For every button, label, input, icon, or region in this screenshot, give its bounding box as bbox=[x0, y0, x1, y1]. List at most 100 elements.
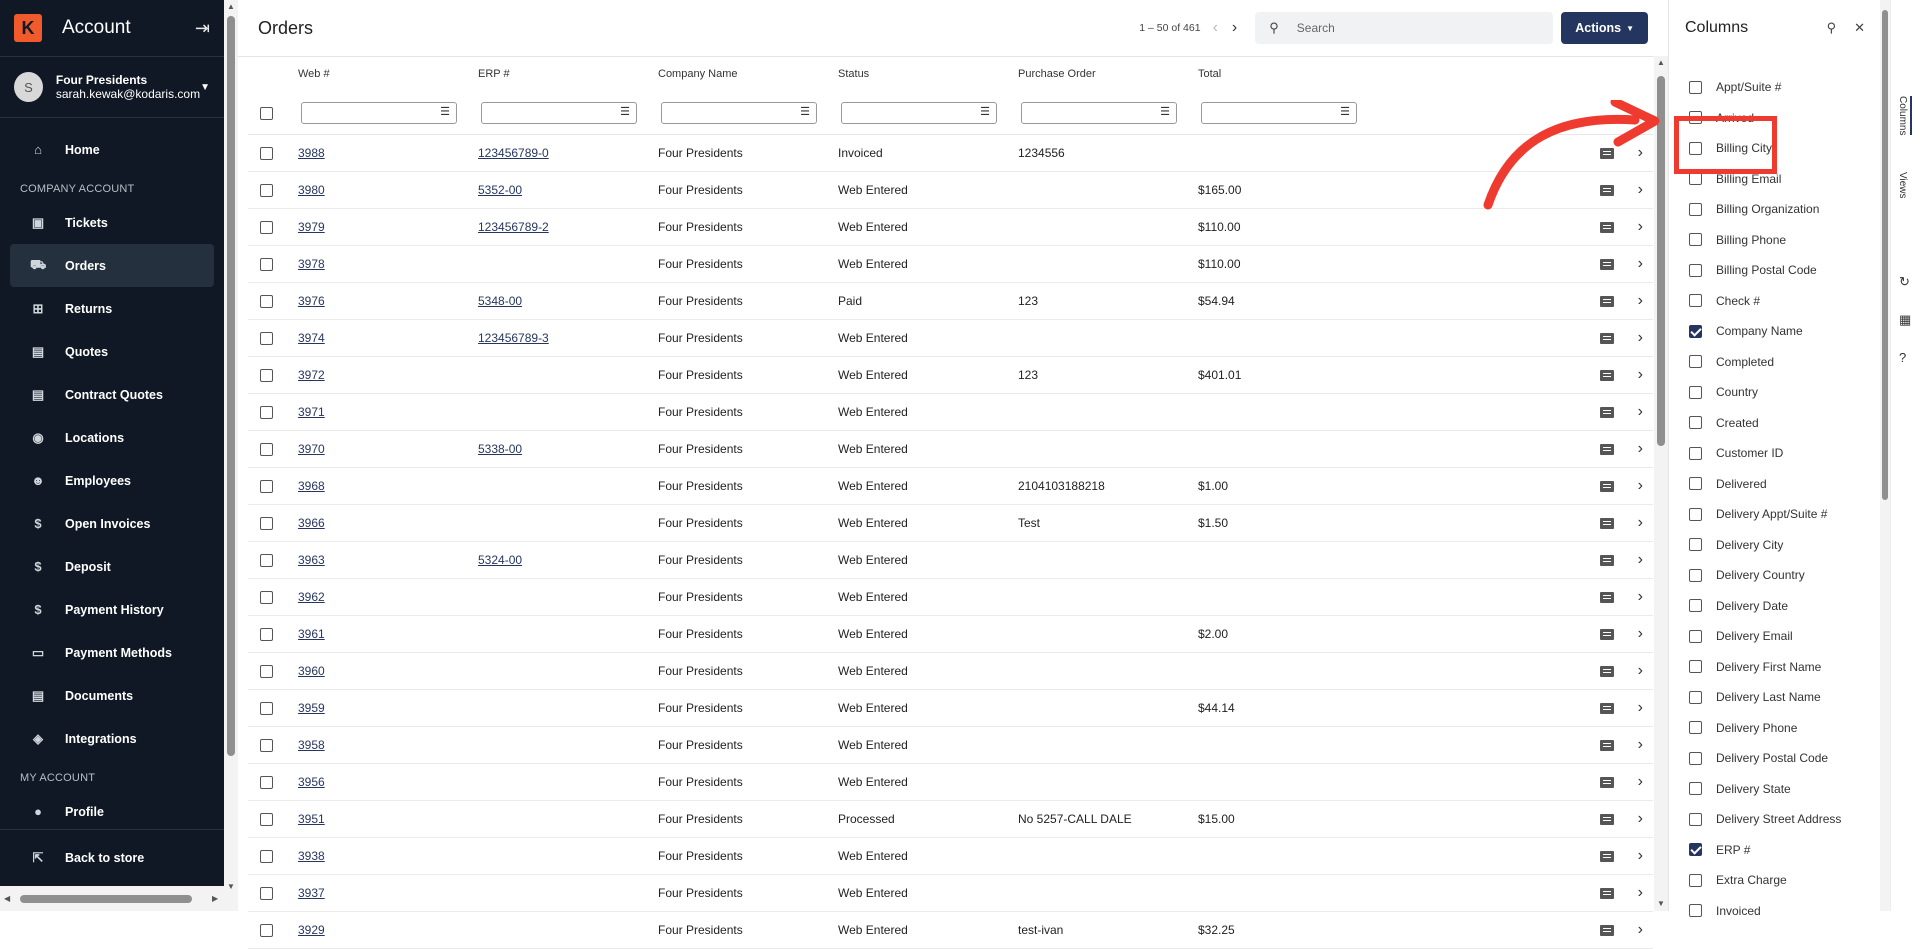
scroll-down-icon[interactable]: ▼ bbox=[1657, 899, 1665, 908]
column-option-appt-suite[interactable]: Appt/Suite # bbox=[1669, 72, 1881, 103]
erp-order-link[interactable]: 123456789-2 bbox=[478, 220, 549, 234]
row-checkbox[interactable] bbox=[260, 221, 273, 235]
column-option-check[interactable]: Check # bbox=[1669, 286, 1881, 317]
chevron-right-icon[interactable]: › bbox=[1638, 884, 1643, 902]
table-row[interactable]: 3968 Four Presidents Web Entered 2104103188… bbox=[248, 468, 1653, 505]
total-filter-input[interactable]: ☰ bbox=[1201, 102, 1357, 124]
column-header-web[interactable]: Web # bbox=[298, 68, 478, 80]
chevron-right-icon[interactable]: › bbox=[1638, 477, 1643, 495]
web-order-link[interactable]: 3963 bbox=[298, 553, 325, 567]
column-option-delivery-first-name[interactable]: Delivery First Name bbox=[1669, 652, 1881, 683]
row-checkbox[interactable] bbox=[260, 887, 273, 901]
column-option-delivery-city[interactable]: Delivery City bbox=[1669, 530, 1881, 561]
column-header-status[interactable]: Status bbox=[838, 68, 1018, 80]
web-order-link[interactable]: 3956 bbox=[298, 775, 325, 789]
erp-filter-input[interactable]: ☰ bbox=[481, 102, 637, 124]
web-order-link[interactable]: 3929 bbox=[298, 923, 325, 937]
row-checkbox[interactable] bbox=[260, 443, 273, 457]
comment-icon[interactable] bbox=[1599, 924, 1614, 936]
chevron-right-icon[interactable]: › bbox=[1638, 514, 1643, 532]
column-option-delivery-postal-code[interactable]: Delivery Postal Code bbox=[1669, 743, 1881, 774]
select-all-checkbox[interactable] bbox=[260, 107, 273, 121]
column-checkbox[interactable] bbox=[1689, 843, 1702, 857]
web-order-link[interactable]: 3958 bbox=[298, 738, 325, 752]
comment-icon[interactable] bbox=[1599, 850, 1614, 862]
chevron-right-icon[interactable]: › bbox=[1638, 255, 1643, 273]
sidebar-vertical-scroll-thumb[interactable] bbox=[227, 16, 235, 756]
column-option-extra-charge[interactable]: Extra Charge bbox=[1669, 865, 1881, 896]
column-checkbox[interactable] bbox=[1689, 294, 1702, 308]
table-row[interactable]: 3929 Four Presidents Web Entered test-ivan $… bbox=[248, 912, 1653, 949]
web-order-link[interactable]: 3938 bbox=[298, 849, 325, 863]
columns-panel-scroll-thumb[interactable] bbox=[1882, 10, 1888, 500]
row-checkbox[interactable] bbox=[260, 665, 273, 679]
row-checkbox[interactable] bbox=[260, 813, 273, 827]
erp-order-link[interactable]: 123456789-3 bbox=[478, 331, 549, 345]
column-option-delivered[interactable]: Delivered bbox=[1669, 469, 1881, 500]
chevron-right-icon[interactable]: › bbox=[1638, 625, 1643, 643]
help-icon[interactable]: ? bbox=[1899, 350, 1906, 365]
sidebar-item-payment-history[interactable]: $ Payment History bbox=[10, 588, 214, 631]
chevron-right-icon[interactable]: › bbox=[1638, 736, 1643, 754]
sidebar-item-home[interactable]: ⌂ Home bbox=[10, 128, 214, 171]
chevron-right-icon[interactable]: › bbox=[1638, 292, 1643, 310]
web-order-link[interactable]: 3976 bbox=[298, 294, 325, 308]
logout-icon[interactable]: ⇥ bbox=[195, 18, 210, 39]
web-order-link[interactable]: 3968 bbox=[298, 479, 325, 493]
sidebar-horizontal-scroll-thumb[interactable] bbox=[20, 895, 192, 903]
row-checkbox[interactable] bbox=[260, 739, 273, 753]
chevron-right-icon[interactable]: › bbox=[1638, 366, 1643, 384]
row-checkbox[interactable] bbox=[260, 406, 273, 420]
column-header-erp[interactable]: ERP # bbox=[478, 68, 658, 80]
comment-icon[interactable] bbox=[1599, 406, 1614, 418]
column-checkbox[interactable] bbox=[1689, 416, 1702, 430]
chevron-right-icon[interactable]: › bbox=[1638, 847, 1643, 865]
erp-order-link[interactable]: 123456789-0 bbox=[478, 146, 549, 160]
table-row[interactable]: 3980 5352-00 Four Presidents Web Entered $16… bbox=[248, 172, 1653, 209]
comment-icon[interactable] bbox=[1599, 480, 1614, 492]
comment-icon[interactable] bbox=[1599, 295, 1614, 307]
search-input[interactable]: ⚲ Search bbox=[1255, 12, 1554, 44]
column-option-delivery-appt-suite[interactable]: Delivery Appt/Suite # bbox=[1669, 499, 1881, 530]
web-order-link[interactable]: 3970 bbox=[298, 442, 325, 456]
column-checkbox[interactable] bbox=[1689, 629, 1702, 643]
caret-down-icon[interactable]: ▼ bbox=[200, 82, 210, 93]
column-option-delivery-email[interactable]: Delivery Email bbox=[1669, 621, 1881, 652]
row-checkbox[interactable] bbox=[260, 332, 273, 346]
table-row[interactable]: 3959 Four Presidents Web Entered $44.14 › bbox=[248, 690, 1653, 727]
column-option-delivery-date[interactable]: Delivery Date bbox=[1669, 591, 1881, 622]
scroll-up-icon[interactable]: ▲ bbox=[1657, 58, 1665, 67]
column-option-delivery-last-name[interactable]: Delivery Last Name bbox=[1669, 682, 1881, 713]
column-checkbox[interactable] bbox=[1689, 782, 1702, 796]
web-order-link[interactable]: 3960 bbox=[298, 664, 325, 678]
sidebar-item-orders[interactable]: ⛟ Orders bbox=[10, 244, 214, 287]
filter-icon[interactable]: ☰ bbox=[1160, 105, 1170, 118]
row-checkbox[interactable] bbox=[260, 702, 273, 716]
erp-order-link[interactable]: 5352-00 bbox=[478, 183, 522, 197]
sidebar-item-open-invoices[interactable]: $ Open Invoices bbox=[10, 502, 214, 545]
filter-icon[interactable]: ☰ bbox=[980, 105, 990, 118]
comment-icon[interactable] bbox=[1599, 554, 1614, 566]
sidebar-item-quotes[interactable]: ▤ Quotes bbox=[10, 330, 214, 373]
sidebar-item-back-to-store[interactable]: ⇱ Back to store bbox=[0, 829, 224, 886]
table-row[interactable]: 3979 123456789-2 Four Presidents Web Entere… bbox=[248, 209, 1653, 246]
column-checkbox[interactable] bbox=[1689, 690, 1702, 704]
web-order-link[interactable]: 3972 bbox=[298, 368, 325, 382]
search-icon[interactable]: ⚲ bbox=[1827, 20, 1837, 36]
tab-views[interactable]: Views bbox=[1897, 172, 1908, 199]
chevron-right-icon[interactable]: › bbox=[1638, 810, 1643, 828]
web-order-link[interactable]: 3966 bbox=[298, 516, 325, 530]
actions-button[interactable]: Actions ▼ bbox=[1561, 12, 1648, 44]
previous-page-icon[interactable]: ‹ bbox=[1213, 19, 1218, 37]
scroll-up-icon[interactable]: ▲ bbox=[227, 2, 235, 11]
table-row[interactable]: 3960 Four Presidents Web Entered › bbox=[248, 653, 1653, 690]
sidebar-item-contract-quotes[interactable]: ▤ Contract Quotes bbox=[10, 373, 214, 416]
comment-icon[interactable] bbox=[1599, 887, 1614, 899]
user-menu[interactable]: S Four Presidents sarah.kewak@kodaris.co… bbox=[0, 56, 224, 118]
comment-icon[interactable] bbox=[1599, 443, 1614, 455]
scroll-right-icon[interactable]: ▶ bbox=[212, 894, 218, 903]
web-order-link[interactable]: 3974 bbox=[298, 331, 325, 345]
chevron-right-icon[interactable]: › bbox=[1638, 773, 1643, 791]
sidebar-item-integrations[interactable]: ◈ Integrations bbox=[10, 717, 214, 760]
column-option-country[interactable]: Country bbox=[1669, 377, 1881, 408]
